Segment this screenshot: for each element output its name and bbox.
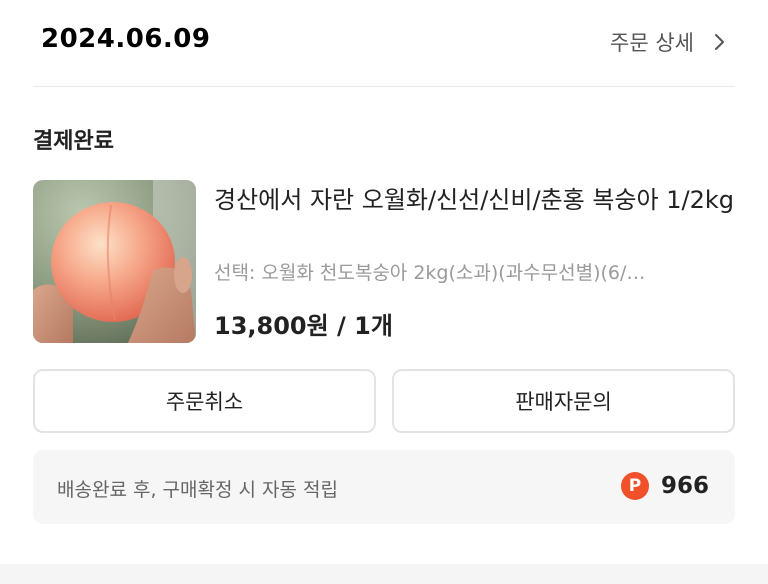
point-reward-text: 배송완료 후, 구매확정 시 자동 적립 [57,479,338,501]
product-price: 13,800원 / 1개 [214,312,393,340]
chevron-right-icon [708,31,730,53]
header-divider [33,86,735,87]
point-reward-box: 배송완료 후, 구매확정 시 자동 적립 P 966 [33,450,735,524]
point-p-icon: P [620,472,649,500]
order-date: 2024.06.09 [41,24,211,54]
cancel-order-button[interactable]: 주문취소 [33,369,376,433]
point-reward-value: P 966 [620,472,709,500]
order-detail-label: 주문 상세 [610,31,694,55]
order-header: 2024.06.09 주문 상세 [0,0,768,86]
point-amount: 966 [660,473,709,499]
order-detail-link[interactable]: 주문 상세 [610,27,730,57]
seller-inquiry-button[interactable]: 판매자문의 [392,369,735,433]
product-title[interactable]: 경산에서 자란 오월화/신선/신비/춘홍 복숭아 1/2kg [214,182,734,218]
product-image[interactable] [33,180,196,343]
product-option: 선택: 오월화 천도복숭아 2kg(소과)(과수무선별)(6/… [214,262,646,284]
peach-photo-icon [33,180,196,343]
section-separator [0,564,768,584]
order-status: 결제완료 [33,129,114,154]
